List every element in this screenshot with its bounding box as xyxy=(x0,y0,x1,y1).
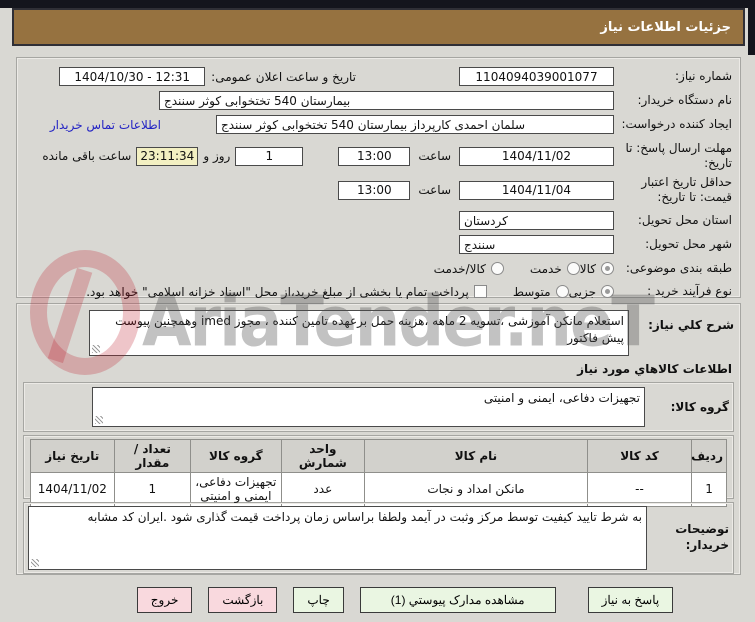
province-field[interactable]: کردستان xyxy=(459,211,614,230)
exit-button[interactable]: خروج xyxy=(136,587,193,613)
goods-table: ردیف کد کالا نام کالا واحد شمارش گروه کا… xyxy=(30,439,727,507)
announce-datetime-label: تاریخ و ساعت اعلان عمومی: xyxy=(211,69,356,84)
deadline-date-field[interactable]: 1404/11/02 xyxy=(459,146,614,166)
print-button[interactable]: چاپ xyxy=(293,587,344,613)
radio-minor-label: جزیی xyxy=(568,284,596,299)
row-price-validity: حداقل تاریخ اعتبار قیمت: تا تاریخ: 1404/… xyxy=(25,175,732,205)
buyer-notes-box: توضیحات خریدار: به شرط تایید کیفیت توسط … xyxy=(23,502,734,574)
row-need-number: شماره نیاز: 1104094039001077 تاریخ و ساع… xyxy=(25,67,732,86)
row-description: شرح کلي نیاز: استعلام مانکن آموزشی ،تسوی… xyxy=(23,310,734,356)
page-title-bar: جزئیات اطلاعات نیاز xyxy=(12,8,745,46)
validity-date-field[interactable]: 1404/11/04 xyxy=(459,180,614,200)
reply-to-need-button[interactable]: پاسخ به نیاز xyxy=(587,587,674,613)
creator-label: ایجاد کننده درخواست: xyxy=(621,117,732,131)
buyer-contact-link[interactable]: اطلاعات تماس خریدار xyxy=(50,118,161,132)
deadline-hour-field[interactable]: 13:00 xyxy=(338,146,411,166)
announce-datetime-field[interactable]: 1404/10/30 - 12:31 xyxy=(59,67,206,86)
col-goods-group: گروه کالا xyxy=(190,439,282,473)
city-field[interactable]: سنندج xyxy=(459,235,614,254)
province-label: استان محل تحویل: xyxy=(637,213,732,227)
radio-service[interactable] xyxy=(566,262,580,275)
radio-minor[interactable] xyxy=(601,285,614,298)
need-number-field[interactable]: 1104094039001077 xyxy=(459,67,614,86)
col-quantity: تعداد / مقدار xyxy=(113,439,192,473)
remaining-label: ساعت باقی مانده xyxy=(42,149,132,163)
goods-section-title: اطلاعات کالاهاي مورد نیاز xyxy=(577,362,732,376)
classification-label: طبقه بندی موضوعی: xyxy=(625,261,732,275)
buyer-notes-label: توضیحات خریدار: xyxy=(675,522,729,552)
col-need-date: تاریخ نیاز xyxy=(30,439,115,473)
need-description-panel: شرح کلي نیاز: استعلام مانکن آموزشی ،تسوی… xyxy=(16,303,741,575)
goods-group-textarea[interactable]: تجهیزات دفاعی، ایمنی و امنیتی xyxy=(92,387,645,427)
radio-goods[interactable] xyxy=(601,262,614,275)
description-textarea[interactable]: استعلام مانکن آموزشی ،تسویه 2 ماهه ،هزین… xyxy=(89,310,629,356)
buyer-org-field[interactable]: بیمارستان 540 تختخوابی کوثر سنندج xyxy=(159,91,614,110)
description-label: شرح کلي نیاز: xyxy=(648,318,734,332)
row-province: استان محل تحویل: کردستان xyxy=(25,211,732,230)
treasury-checkbox-label: پرداخت تمام یا بخشی از مبلغ خرید،از محل … xyxy=(86,284,469,299)
row-classification: طبقه بندی موضوعی: کالا خدمت کالا/خدمت xyxy=(25,261,732,276)
goods-table-header-row: ردیف کد کالا نام کالا واحد شمارش گروه کا… xyxy=(30,439,727,473)
back-button[interactable]: بازگشت xyxy=(208,587,278,613)
radio-service-label: خدمت xyxy=(529,261,562,276)
goods-group-label: گروه کالا: xyxy=(670,400,729,414)
days-separator-label: روز و xyxy=(203,149,231,163)
need-number-label: شماره نیاز: xyxy=(675,69,732,83)
radio-medium[interactable] xyxy=(555,285,569,298)
validity-hour-label: ساعت xyxy=(418,183,451,197)
row-deadline: مهلت ارسال پاسخ: تا تاریخ: 1404/11/02 سا… xyxy=(25,141,732,171)
row-city: شهر محل تحویل: سنندج xyxy=(25,235,732,254)
radio-goods-service-label: کالا/خدمت xyxy=(433,261,486,276)
page-title: جزئیات اطلاعات نیاز xyxy=(600,19,731,35)
col-goods-code: کد کالا xyxy=(586,439,693,473)
treasury-checkbox[interactable] xyxy=(473,285,487,298)
radio-medium-label: متوسط xyxy=(512,284,551,299)
countdown-timer: 23:11:34 xyxy=(136,146,199,166)
action-buttons-row: پاسخ به نیاز مشاهده مدارک پیوستي (1) چاپ… xyxy=(0,587,755,613)
row-creator: ایجاد کننده درخواست: سلمان احمدی کارپردا… xyxy=(25,115,732,134)
radio-goods-label: کالا xyxy=(579,261,596,276)
col-unit: واحد شمارش xyxy=(280,439,366,473)
row-buyer-org: نام دستگاه خریدار: بیمارستان 540 تختخواب… xyxy=(25,91,732,110)
validity-label: حداقل تاریخ اعتبار قیمت: تا تاریخ: xyxy=(641,175,732,204)
goods-table-box: ردیف کد کالا نام کالا واحد شمارش گروه کا… xyxy=(23,435,734,507)
buyer-notes-textarea[interactable]: به شرط تایید کیفیت توسط مرکز وثبت در آیم… xyxy=(28,506,647,570)
col-goods-name: نام کالا xyxy=(364,439,588,473)
deadline-hour-label: ساعت xyxy=(418,149,451,163)
goods-group-box: گروه کالا: تجهیزات دفاعی، ایمنی و امنیتی xyxy=(23,382,734,432)
remaining-days-field[interactable]: 1 xyxy=(235,146,304,166)
validity-hour-field[interactable]: 13:00 xyxy=(338,180,411,200)
deadline-label: مهلت ارسال پاسخ: تا تاریخ: xyxy=(625,141,732,170)
row-process-type: نوع فرآیند خرید : جزیی متوسط پرداخت تمام… xyxy=(25,284,732,299)
view-attachments-button[interactable]: مشاهده مدارک پیوستي (1) xyxy=(359,587,556,613)
creator-field[interactable]: سلمان احمدی کارپرداز بیمارستان 540 تختخو… xyxy=(216,115,614,134)
process-type-label: نوع فرآیند خرید : xyxy=(647,284,732,298)
col-row-number: ردیف xyxy=(691,439,727,473)
city-label: شهر محل تحویل: xyxy=(645,237,732,251)
window-edge xyxy=(748,0,755,55)
radio-goods-service[interactable] xyxy=(490,262,504,275)
top-navy-band xyxy=(0,0,755,8)
buyer-org-label: نام دستگاه خریدار: xyxy=(637,93,733,107)
cell-goods-group: تجهیزات دفاعی، ایمنی و امنیتی xyxy=(190,472,282,507)
need-info-panel: شماره نیاز: 1104094039001077 تاریخ و ساع… xyxy=(16,57,741,299)
